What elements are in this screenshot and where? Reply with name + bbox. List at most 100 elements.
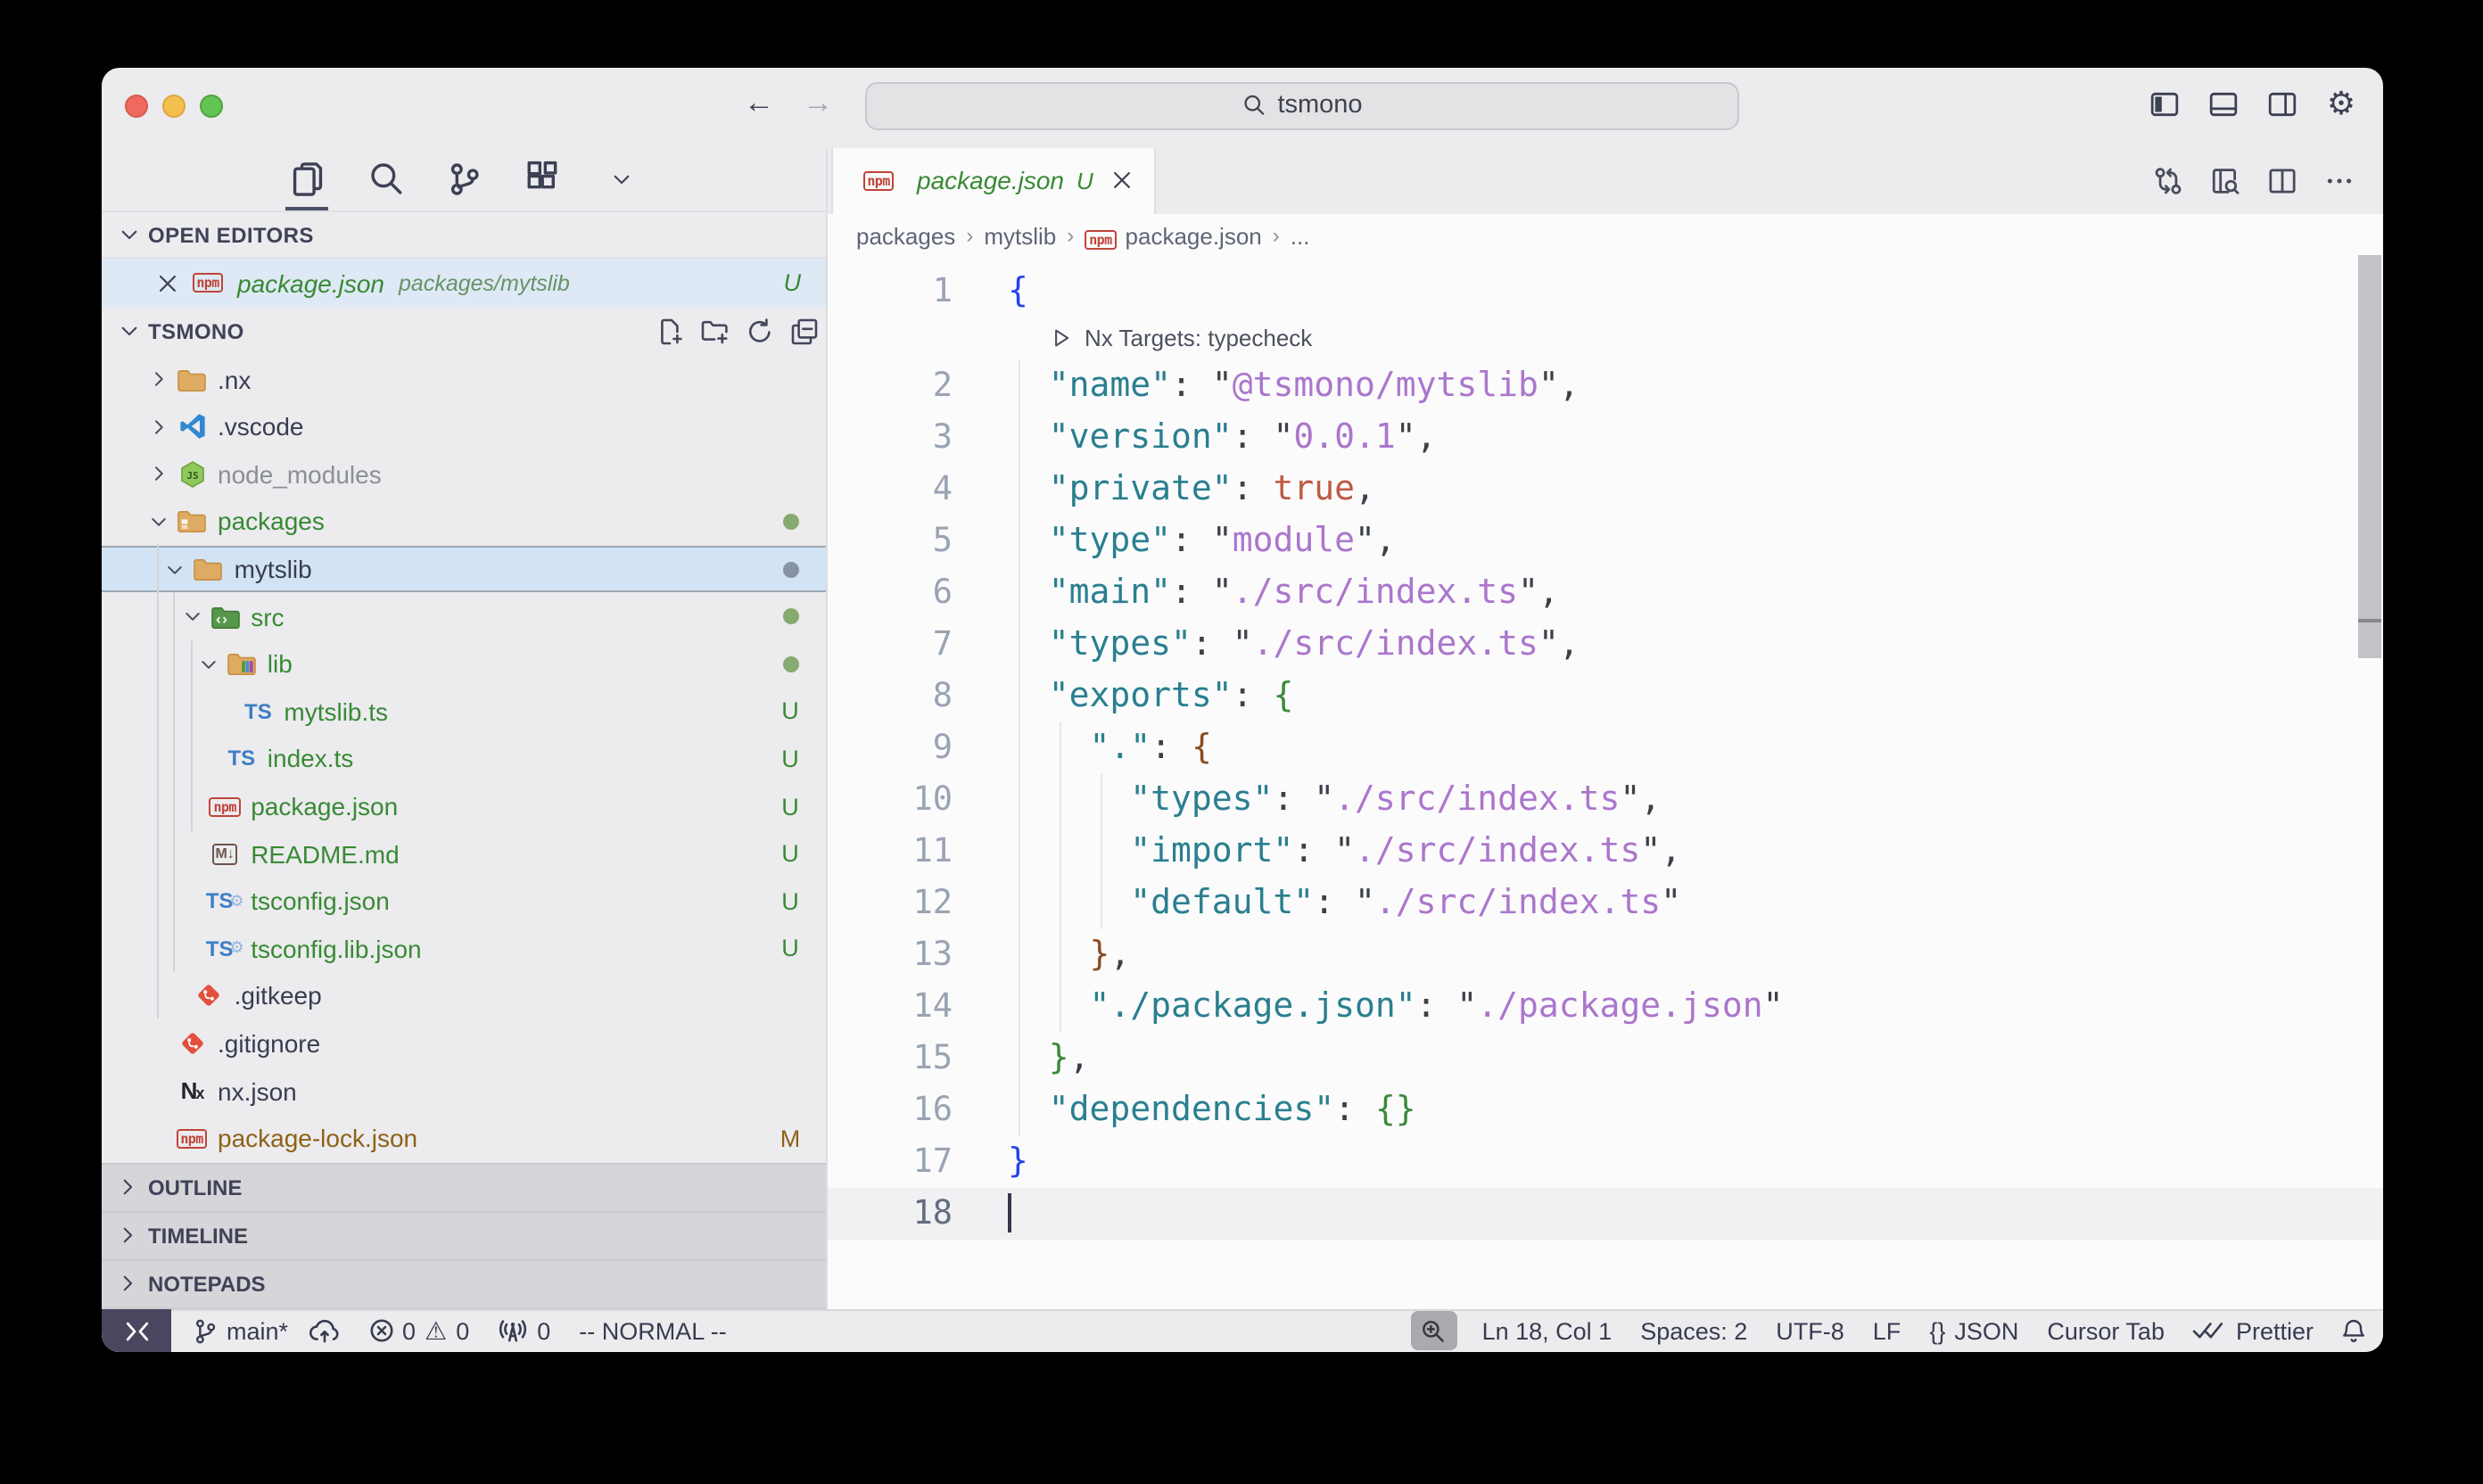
- navigate-forward-button[interactable]: →: [803, 85, 833, 120]
- line-number[interactable]: 5: [828, 522, 953, 559]
- code-line-2[interactable]: 2 "name": "@tsmono/mytslib",: [828, 359, 2383, 411]
- tree-item--gitignore[interactable]: .gitignore: [102, 1019, 826, 1067]
- code-line-3[interactable]: 3 "version": "0.0.1",: [828, 411, 2383, 463]
- code-line-18[interactable]: 18: [828, 1187, 2383, 1239]
- codelens[interactable]: Nx Targets: typecheck: [828, 317, 2383, 359]
- layout-panel-icon[interactable]: [2207, 87, 2240, 120]
- tree-item-index-ts[interactable]: TS index.tsU: [102, 735, 826, 782]
- line-number[interactable]: 6: [828, 573, 953, 611]
- tree-item--nx[interactable]: .nx: [102, 356, 826, 403]
- more-actions-icon[interactable]: [2324, 165, 2355, 195]
- minimize-window-button[interactable]: [162, 95, 186, 118]
- more-views-chevron-icon[interactable]: [601, 160, 640, 199]
- chevron-right-icon[interactable]: [148, 368, 169, 390]
- line-number[interactable]: 9: [828, 729, 953, 766]
- line-number[interactable]: 8: [828, 677, 953, 714]
- cursor-tab-item[interactable]: Cursor Tab: [2033, 1317, 2179, 1344]
- line-number[interactable]: 2: [828, 367, 953, 404]
- breadcrumb-item[interactable]: ...: [1291, 222, 1310, 249]
- tree-item-readme-md[interactable]: M↓ README.mdU: [102, 830, 826, 878]
- tree-item-lib[interactable]: lib: [102, 640, 826, 688]
- indentation-item[interactable]: Spaces: 2: [1626, 1317, 1761, 1344]
- remote-indicator[interactable]: [102, 1309, 171, 1351]
- editor-scrollbar[interactable]: [2358, 213, 2381, 1308]
- maximize-window-button[interactable]: [200, 95, 223, 118]
- source-control-icon[interactable]: [444, 160, 483, 199]
- chevron-right-icon[interactable]: [148, 416, 169, 438]
- close-tab-icon[interactable]: [1110, 168, 1134, 193]
- code-line-16[interactable]: 16 "dependencies": {}: [828, 1084, 2383, 1135]
- git-branch-item[interactable]: main*: [178, 1317, 354, 1344]
- code-line-6[interactable]: 6 "main": "./src/index.ts",: [828, 566, 2383, 618]
- compare-changes-icon[interactable]: [2153, 165, 2183, 195]
- language-mode-item[interactable]: {} JSON: [1915, 1317, 2033, 1344]
- line-number[interactable]: 13: [828, 936, 953, 973]
- code-line-8[interactable]: 8 "exports": {: [828, 670, 2383, 721]
- open-editor-item[interactable]: npm package.json packages/mytslib U: [102, 260, 826, 308]
- split-editor-icon[interactable]: [2267, 165, 2297, 195]
- refresh-icon[interactable]: [746, 317, 774, 346]
- zoom-indicator[interactable]: [1411, 1311, 1457, 1350]
- extensions-icon[interactable]: [523, 160, 562, 199]
- sidebar-section-timeline[interactable]: TIMELINE: [102, 1212, 826, 1260]
- search-editor-icon[interactable]: [2210, 165, 2240, 195]
- line-number[interactable]: 15: [828, 1039, 953, 1076]
- explorer-project-header[interactable]: TSMONO: [102, 308, 826, 356]
- command-center-search[interactable]: tsmono: [865, 81, 1739, 129]
- code-editor[interactable]: 1 { Nx Targets: typecheck 2 "name": "@ts…: [828, 258, 2383, 1308]
- sidebar-section-outline[interactable]: OUTLINE: [102, 1164, 826, 1212]
- line-number[interactable]: 11: [828, 832, 953, 870]
- breadcrumb-item[interactable]: npmpackage.json: [1085, 222, 1262, 249]
- code-line-7[interactable]: 7 "types": "./src/index.ts",: [828, 618, 2383, 670]
- play-icon[interactable]: [1049, 326, 1072, 350]
- tree-item-tsconfig-lib-json[interactable]: TS⚙ tsconfig.lib.jsonU: [102, 925, 826, 972]
- code-line-15[interactable]: 15 },: [828, 1032, 2383, 1084]
- search-view-icon[interactable]: [366, 160, 405, 199]
- tab-package-json[interactable]: npm package.json U: [831, 147, 1156, 213]
- explorer-icon[interactable]: [287, 160, 326, 199]
- tree-item-package-lock-json[interactable]: npm package-lock.jsonM: [102, 1115, 826, 1162]
- tree-item-packages[interactable]: packages: [102, 498, 826, 545]
- line-number[interactable]: 1: [828, 272, 953, 309]
- line-number[interactable]: 16: [828, 1091, 953, 1128]
- sidebar-section-notepads[interactable]: NOTEPADS: [102, 1260, 826, 1308]
- line-number[interactable]: 7: [828, 625, 953, 663]
- chevron-down-icon[interactable]: [181, 606, 202, 627]
- code-line-1[interactable]: 1 {: [828, 265, 2383, 317]
- close-icon[interactable]: [155, 272, 178, 295]
- scrollbar-thumb[interactable]: [2358, 254, 2381, 657]
- navigate-back-button[interactable]: ←: [744, 85, 774, 120]
- breadcrumb-item[interactable]: packages: [856, 222, 955, 249]
- eol-item[interactable]: LF: [1859, 1317, 1916, 1344]
- open-editors-header[interactable]: OPEN EDITORS: [102, 210, 826, 259]
- problems-item[interactable]: 0 ⚠ 0: [354, 1317, 483, 1344]
- chevron-down-icon[interactable]: [198, 654, 219, 675]
- code-line-5[interactable]: 5 "type": "module",: [828, 515, 2383, 566]
- line-number[interactable]: 3: [828, 418, 953, 456]
- notifications-item[interactable]: [2328, 1317, 2369, 1344]
- layout-sidebar-right-icon[interactable]: [2265, 87, 2299, 120]
- encoding-item[interactable]: UTF-8: [1761, 1317, 1859, 1344]
- line-number[interactable]: 10: [828, 780, 953, 818]
- close-window-button[interactable]: [125, 95, 148, 118]
- line-number[interactable]: 14: [828, 987, 953, 1025]
- tree-item--vscode[interactable]: .vscode: [102, 403, 826, 450]
- line-number[interactable]: 17: [828, 1142, 953, 1180]
- cursor-position-item[interactable]: Ln 18, Col 1: [1468, 1317, 1627, 1344]
- new-folder-icon[interactable]: [701, 317, 730, 346]
- collapse-all-icon[interactable]: [790, 317, 819, 346]
- line-number[interactable]: 18: [828, 1194, 953, 1232]
- code-line-17[interactable]: 17 }: [828, 1135, 2383, 1187]
- tree-item--gitkeep[interactable]: .gitkeep: [102, 972, 826, 1019]
- layout-sidebar-left-icon[interactable]: [2148, 87, 2182, 120]
- breadcrumb-item[interactable]: mytslib: [984, 222, 1056, 249]
- chevron-down-icon[interactable]: [148, 511, 169, 532]
- cloud-upload-icon[interactable]: [308, 1318, 340, 1343]
- tree-item-mytslib[interactable]: mytslib: [102, 546, 826, 593]
- line-number[interactable]: 12: [828, 884, 953, 921]
- tree-item-mytslib-ts[interactable]: TS mytslib.tsU: [102, 688, 826, 735]
- tree-item-package-json[interactable]: npm package.jsonU: [102, 782, 826, 829]
- tree-item-src[interactable]: src: [102, 593, 826, 640]
- broadcast-item[interactable]: 0: [483, 1317, 565, 1344]
- chevron-down-icon[interactable]: [165, 558, 186, 580]
